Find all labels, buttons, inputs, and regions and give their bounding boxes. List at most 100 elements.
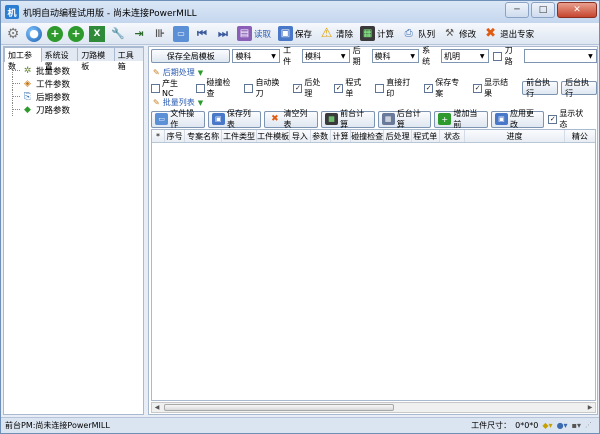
tree-item-toolpath[interactable]: ◆ 刀路参数 [12, 103, 143, 116]
scroll-right-icon[interactable]: ▶ [585, 403, 595, 412]
exit-expert-button[interactable]: ✖ 退出专家 [481, 25, 536, 43]
system-select[interactable]: 机明 ▼ [441, 49, 489, 63]
back-calc-button[interactable]: ▦ 后台计算 [377, 109, 432, 129]
wrench-icon: 🔧 [111, 27, 125, 40]
checkbox[interactable] [375, 83, 385, 93]
add-button[interactable]: + [46, 25, 64, 43]
option-label: 显示结果 [484, 78, 509, 98]
toolpath-checkbox[interactable] [492, 51, 502, 61]
col-program-sheet[interactable]: 程式单 [412, 130, 440, 142]
col-marker[interactable]: * [152, 130, 165, 142]
checkbox[interactable] [195, 83, 205, 93]
option-collision-check[interactable]: 碰撞检查 [195, 77, 239, 99]
tree-item-post[interactable]: ⎘ 后期参数 [12, 90, 143, 103]
tree-item-label: 刀路参数 [36, 105, 71, 116]
checkbox[interactable] [244, 83, 254, 93]
add-child-button[interactable]: + [67, 25, 85, 43]
tree-button[interactable]: ⊪ [151, 25, 169, 43]
connection-status: 前台PM:尚未连接PowerMILL [5, 421, 110, 430]
tab-machining-params[interactable]: 加工参数 [4, 47, 42, 71]
col-params[interactable]: 参数 [311, 130, 331, 142]
option-direct-print[interactable]: 直接打印 [375, 77, 418, 99]
show-status-option[interactable]: ✓ 显示状态 [548, 108, 591, 130]
save-list-button[interactable]: ▣ 保存列表 [207, 109, 262, 129]
resize-grip-icon[interactable]: ⋰ [585, 421, 595, 431]
globe-button[interactable]: ● [25, 25, 43, 43]
option-auto-tool-change[interactable]: 自动换刀 [244, 77, 287, 99]
settings-button[interactable]: ⚙ [4, 25, 22, 43]
last-button[interactable]: ⏭ [214, 25, 232, 43]
col-progress[interactable]: 进度 [465, 130, 565, 142]
view-icon[interactable]: ●▾ [557, 421, 568, 430]
first-button[interactable]: ⏮ [193, 25, 211, 43]
col-workpiece-type[interactable]: 工件类型 [222, 130, 258, 142]
chevron-down-icon: ▼ [340, 52, 346, 60]
maximize-button[interactable]: □ [531, 2, 555, 18]
post-select[interactable]: 模科 ▼ [371, 49, 420, 63]
save-button[interactable]: ▣ 保存 [276, 25, 314, 43]
option-show-result[interactable]: ✓ 显示结果 [473, 77, 516, 99]
back-execute-button[interactable]: 后台执行 [561, 78, 598, 98]
checkbox[interactable]: ✓ [293, 83, 303, 93]
checkbox[interactable] [151, 83, 160, 93]
batch-grid[interactable]: * 序号 专案名称 工件类型 工件模板 导入 参数 计算 碰撞检查 后处理 程式… [151, 129, 596, 401]
scroll-thumb[interactable] [164, 404, 394, 411]
col-workpiece-template[interactable]: 工件模板 [257, 130, 291, 142]
file-ops-button[interactable]: ▭ 文件操作 [151, 109, 205, 129]
option-post-process[interactable]: ✓ 后处理 [293, 77, 328, 99]
template-select[interactable]: 模科 ▼ [232, 49, 281, 63]
col-import[interactable]: 导入 [290, 130, 311, 142]
checkbox[interactable]: ✓ [424, 83, 434, 93]
checkbox[interactable]: ✓ [334, 83, 344, 93]
col-post[interactable]: 后处理 [384, 130, 412, 142]
read-button[interactable]: ▤ 读取 [235, 25, 273, 43]
tab-toolbox[interactable]: 工具箱 [113, 47, 144, 71]
checkbox[interactable]: ✓ [548, 114, 558, 124]
grid-horizontal-scrollbar[interactable]: ◀ ▶ [151, 402, 596, 413]
excel-button[interactable]: X [88, 25, 106, 43]
checkbox[interactable]: ✓ [473, 83, 483, 93]
workpiece-select[interactable]: 模科 ▼ [301, 49, 350, 63]
section-icon: ✎ [153, 98, 160, 107]
tab-system-settings[interactable]: 系统设置 [40, 47, 79, 71]
system-value: 机明 [444, 51, 461, 61]
modify-button[interactable]: ⚒ 修改 [440, 25, 478, 43]
minimize-button[interactable]: ─ [505, 2, 529, 18]
option-save-project[interactable]: ✓ 保存专案 [424, 77, 467, 99]
front-execute-button[interactable]: 前台执行 [522, 78, 559, 98]
col-project-name[interactable]: 专案名称 [185, 130, 223, 142]
pin-icon[interactable]: ◆▾ [542, 421, 552, 430]
clear-button[interactable]: ⚠ 清除 [317, 25, 355, 43]
batch-section-header[interactable]: ✎ 批量列表 ▼ [153, 97, 203, 108]
folder-button[interactable]: ▭ [172, 25, 190, 43]
option-program-sheet[interactable]: ✓ 程式单 [334, 77, 369, 99]
layout-icon[interactable]: ▪▾ [572, 421, 581, 430]
tree-item-label: 后期参数 [36, 92, 71, 103]
queue-button[interactable]: ⎙ 队列 [399, 25, 437, 43]
col-calculate[interactable]: 计算 [331, 130, 352, 142]
import-button[interactable]: ⇥ [130, 25, 148, 43]
close-button[interactable]: ✕ [557, 2, 597, 18]
clear-list-button[interactable]: ✖ 清空列表 [264, 109, 318, 129]
excel-icon: X [89, 25, 105, 42]
template-row: 保存全局模板 模科 ▼ 工件 模科 ▼ 后期 模科 ▼ 系统 机明 ▼ 刀路 ▼ [151, 46, 597, 66]
tree-item-workpiece[interactable]: ◈ 工件参数 [12, 77, 143, 90]
front-calc-button[interactable]: ▦ 前台计算 [320, 109, 375, 129]
system-label: 系统 [422, 46, 431, 66]
chevron-down-icon: ▼ [271, 52, 276, 60]
col-collision[interactable]: 碰撞检查 [351, 130, 385, 142]
scroll-left-icon[interactable]: ◀ [152, 403, 162, 412]
toolpath-select[interactable]: ▼ [523, 49, 597, 63]
apply-changes-button[interactable]: ▣ 应用更改 [490, 109, 545, 129]
col-fine[interactable]: 精公 [565, 130, 595, 142]
tab-toolpath-templates[interactable]: 刀路模板 [77, 47, 115, 71]
add-current-button[interactable]: + 增加当前 [434, 109, 488, 129]
save-global-template-button[interactable]: 保存全局模板 [151, 49, 231, 63]
option-generate-nc[interactable]: 产生NC [151, 78, 190, 98]
col-status[interactable]: 状态 [440, 130, 466, 142]
option-label: 后处理 [304, 78, 321, 98]
col-index[interactable]: 序号 [165, 130, 186, 142]
calculate-button[interactable]: ▦ 计算 [358, 25, 396, 43]
status-right: 工件尺寸： 0*0*0 ◆▾ ●▾ ▪▾ ⋰ [471, 420, 595, 431]
tool-button[interactable]: 🔧 [109, 25, 127, 43]
